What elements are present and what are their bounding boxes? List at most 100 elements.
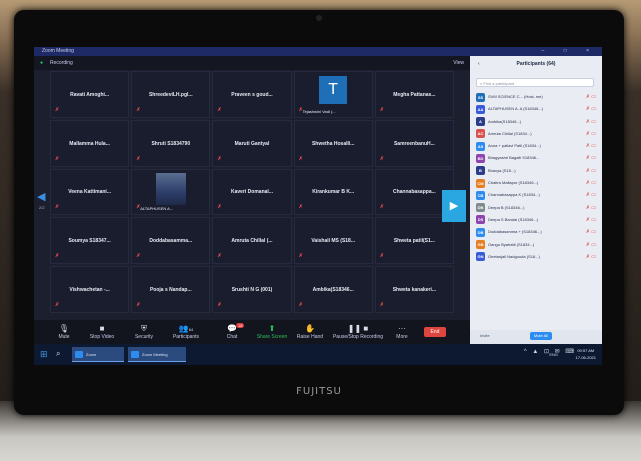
participant-tile[interactable]: Megha Pattanas... ✗ [374,71,454,118]
end-meeting-button[interactable]: End [424,327,446,337]
muted-mic-icon: ✗ [217,301,222,308]
security-button[interactable]: ⛨ Security [122,323,166,340]
participant-tile[interactable]: Shwetha Hosalli... ✗ [293,119,373,167]
participant-tile-name: ShreedeviLH.pgl... [148,91,193,98]
shield-icon[interactable]: ● [40,56,43,70]
language-indicator[interactable]: ENG [549,352,558,357]
muted-mic-icon: ✗ ▭ [585,155,596,162]
invite-button[interactable]: Invite [480,333,490,338]
taskbar-clock[interactable]: 09:57 AM 17-06-2021 [576,347,596,361]
muted-mic-icon: ✗ [55,253,60,260]
avatar: B [476,166,485,176]
muted-mic-icon: ✗ [298,301,303,308]
participant-tile[interactable]: Maruti Gantyal ✗ [212,119,292,167]
avatar: DB [476,203,485,213]
mute-all-button[interactable]: Mute All [530,332,552,340]
participant-tile-name: Praveen s goud... [231,91,273,98]
participant-tile-name: Doddabasamma... [149,238,193,245]
avatar: CB [476,190,485,200]
participant-tile-name: Pooja s Nandap... [149,286,192,293]
participant-tile[interactable]: Pooja s Nandap... ✗ [131,266,211,313]
participant-name: Geetanjali Nadgouda (S18...) [488,253,540,259]
participant-name: Ambika(S18346...) [488,118,522,124]
participant-list-item[interactable]: DB Doddabasamma + (S18346...) ✗ ▭ [474,226,598,238]
participant-tile-name: Shruti S1834790 [151,140,191,147]
participant-search-input[interactable]: ⌕ Find a participant [476,78,594,87]
muted-mic-icon: ✗ [379,253,384,260]
participant-list-item[interactable]: A Ambika(S18346...) ✗ ▭ [474,116,598,128]
previous-page-arrow-icon[interactable]: ◀ [37,190,45,203]
participant-tile[interactable]: Amruta Chillal (... ✗ [212,217,292,265]
participant-tile[interactable]: Ambika(S18346... ✗ [293,266,373,313]
participant-list-item[interactable]: CB Channabasappa K (S1834...) ✗ ▭ [474,189,598,201]
more-button[interactable]: ··· More [380,323,424,340]
participant-tile-name: Ambika(S18346... [312,286,354,293]
participant-tile[interactable]: Srushti N G (001) ✗ [212,266,292,313]
stop-video-button[interactable]: ■ Stop Video [80,323,124,340]
taskbar-app-zoom[interactable]: Zoom [72,347,124,362]
participant-name: Bhagyashri Bagalli S18346... [488,155,540,161]
participants-panel: ‹ Participants (64) ⌕ Find a participant… [470,56,602,344]
participant-list-item[interactable]: DS Deepa S Bandal (S18346...) ✗ ▭ [474,214,598,226]
window-controls[interactable]: – □ × [542,47,599,56]
participant-tile[interactable]: Vaishali MS (S18... ✗ [293,217,373,265]
participant-tile[interactable]: SamreenbanuH... ✗ [374,119,454,167]
participant-tile-name: Mallamma Hula... [69,140,110,147]
participant-tile[interactable]: Shweta kanakeri... ✗ [374,266,454,313]
participant-list-item[interactable]: AC Amruta Chillal (S1834...) ✗ ▭ [474,128,598,140]
participant-tile[interactable]: Kaveri Domanal... ✗ [212,168,292,216]
gallery-grid: Ravati Amoghi... ✗ ShreedeviLH.pgl... ✗ Prav… [50,71,454,313]
search-icon[interactable]: ⌕ [56,349,60,359]
participant-list-item[interactable]: DB Deepa B (S18346...) ✗ ▭ [474,202,598,214]
participant-tile[interactable]: Shweta patil(S1... ✗ [374,217,454,265]
muted-mic-icon: ✗ [379,204,384,211]
pause-stop-recording-button[interactable]: ❚❚ ■ Pause/Stop Recording [330,323,386,340]
participant-tile[interactable]: Doddabasamma... ✗ [131,217,211,265]
taskbar-app-zoom-meeting[interactable]: Zoom Meeting [128,347,186,362]
participant-tile[interactable]: Veena Kattimani... ✗ [50,168,130,216]
muted-mic-icon: ✗ ▭ [585,253,596,260]
participant-list-item[interactable]: AA ALTAPHUSEN A. A (S18346...) ✗ ▭ [474,103,598,115]
windows-start-icon[interactable]: ⊞ [40,349,48,360]
participant-list-item[interactable]: GB Gangu Byahatti (S1834...) ✗ ▭ [474,239,598,251]
participant-tile[interactable]: Soumya S18347... ✗ [50,217,130,265]
chat-button[interactable]: 💬 18 Chat [210,323,254,340]
muted-mic-icon: ✗ ▭ [585,216,596,223]
participant-tile[interactable]: Mallamma Hula... ✗ [50,119,130,167]
participant-tile[interactable]: Praveen s goud... ✗ [212,71,292,118]
participant-list-item[interactable]: GN Geetanjali Nadgouda (S18...) ✗ ▭ [474,251,598,263]
view-button[interactable]: View [453,56,464,70]
participant-tile-name: Ravati Amoghi... [70,91,110,98]
participants-panel-header: ‹ Participants (64) [470,56,602,72]
participant-tile[interactable]: Vishwachetan -... ✗ [50,266,130,313]
participant-list-item[interactable]: CM Chaitra Mallapur (S18346...) ✗ ▭ [474,177,598,189]
avatar: AS [476,141,485,151]
participant-tile[interactable]: Shruti S1834790 ✗ [131,119,211,167]
participant-list-item[interactable]: AS Anna + pallavi Patil (S1834...) ✗ ▭ [474,140,598,152]
participant-tile[interactable]: T ✗ Tejashwini Vadi (... [293,71,373,118]
zoom-icon [131,351,139,358]
avatar: DS [476,215,485,225]
recording-indicator[interactable]: Recording [50,56,73,70]
next-page-arrow-icon[interactable]: ▶ [442,190,466,222]
participant-list-item[interactable]: BD Bhagyashri Bagalli S18346... ✗ ▭ [474,152,598,164]
page-indicator: 2/2 [39,205,45,210]
chevron-left-icon[interactable]: ‹ [478,56,480,72]
participant-tile-name: Veena Kattimani... [68,189,111,196]
pause-stop-icon: ❚❚ ■ [347,324,369,333]
raise-hand-button[interactable]: ✋ Raise Hand [288,323,332,340]
participant-tile[interactable]: Kirankumar B K... ✗ [293,168,373,216]
participant-tile[interactable]: Ravati Amoghi... ✗ [50,71,130,118]
participant-name: Chaitra Mallapur (S18346...) [488,180,539,186]
participant-tile[interactable]: ShreedeviLH.pgl... ✗ [131,71,211,118]
participant-name: Gangu Byahatti (S1834...) [488,241,535,247]
participant-list-item[interactable]: SS SVM SCIENCE C... (Host, me) ✗ ▭ [474,91,598,103]
window-titlebar: Zoom Meeting – □ × [34,47,602,56]
participant-tile-name: Vishwachetan -... [69,286,110,293]
participant-tile[interactable]: ✗ ALTAPHUSEN A... [131,168,211,216]
participants-button[interactable]: 👥64 Participants [164,323,208,340]
muted-mic-icon: ✗ ▭ [585,143,596,150]
participant-tile-name: Amruta Chillal (... [231,238,273,245]
muted-mic-icon: ✗ [379,155,384,162]
participant-list-item[interactable]: B Bhavya (S18...) ✗ ▭ [474,165,598,177]
